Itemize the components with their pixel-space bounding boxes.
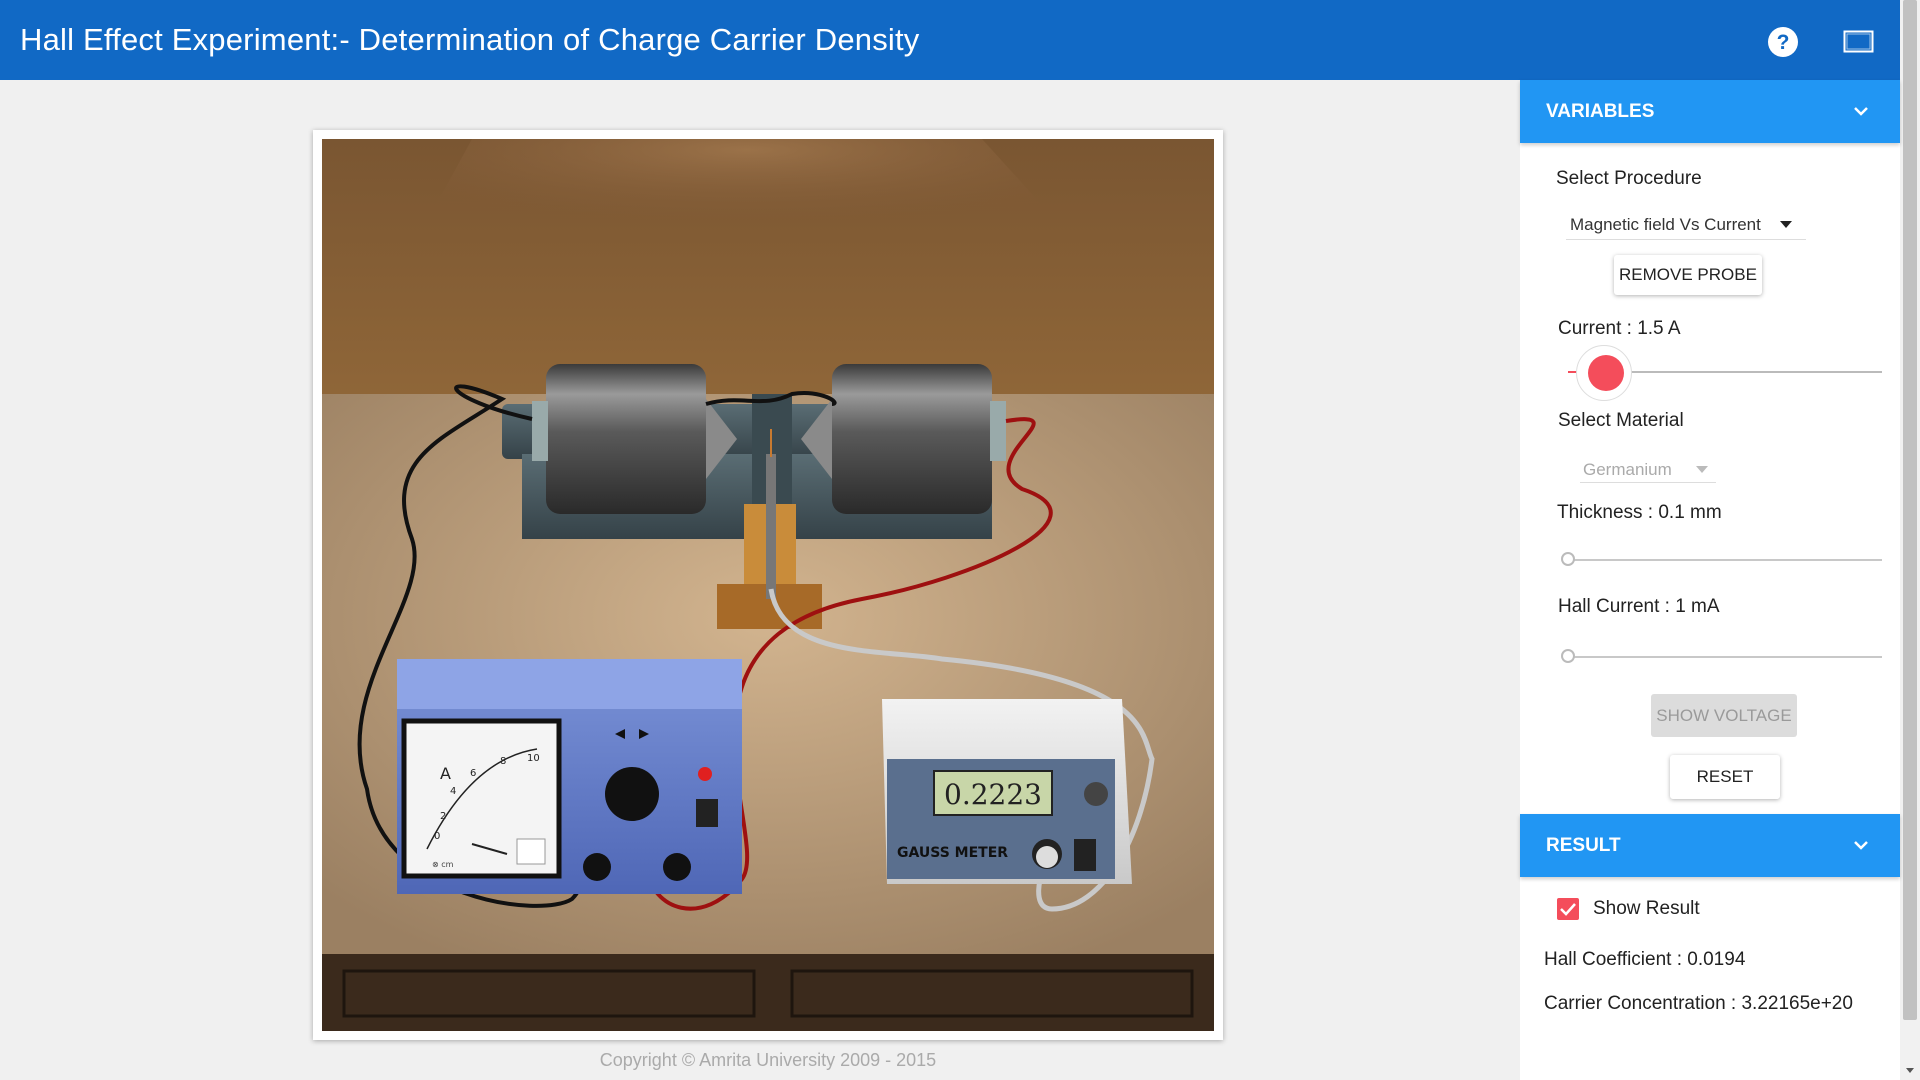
dropdown-arrow-icon	[1780, 221, 1792, 228]
hall-current-slider-track[interactable]	[1568, 656, 1882, 658]
checkmark-icon	[1560, 903, 1576, 916]
ammeter-scale-label: 4	[450, 786, 456, 797]
chevron-down-icon[interactable]	[1852, 836, 1870, 854]
material-label: Select Material	[1558, 410, 1684, 431]
simulation-frame: A 0.2223 GAUSS METER 0 2 4 6 8 10 ⊗ cm	[313, 130, 1223, 1040]
chevron-down-icon[interactable]	[1852, 102, 1870, 120]
app-header: Hall Effect Experiment:- Determination o…	[0, 0, 1900, 80]
thickness-label: Thickness : 0.1 mm	[1557, 502, 1722, 523]
dropdown-arrow-icon	[1696, 466, 1708, 473]
show-result-checkbox[interactable]	[1557, 898, 1579, 920]
fullscreen-icon[interactable]	[1843, 30, 1874, 53]
hall-current-slider-knob[interactable]	[1561, 649, 1575, 663]
show-result-label: Show Result	[1593, 898, 1700, 919]
result-header-label: RESULT	[1546, 834, 1621, 856]
thickness-slider-track[interactable]	[1568, 559, 1882, 561]
procedure-label: Select Procedure	[1556, 168, 1702, 189]
show-voltage-button[interactable]: SHOW VOLTAGE	[1651, 694, 1797, 737]
procedure-value: Magnetic field Vs Current	[1570, 215, 1761, 234]
gauss-reading: 0.2223	[944, 778, 1042, 811]
current-slider-knob[interactable]	[1588, 355, 1624, 391]
simulation-canvas[interactable]: A 0.2223 GAUSS METER 02 4 6 8 10 ⊗ cm	[322, 139, 1214, 1031]
current-label: Current : 1.5 A	[1558, 318, 1681, 339]
app-title: Hall Effect Experiment:- Determination o…	[20, 22, 920, 57]
result-header[interactable]: RESULT	[1520, 814, 1900, 877]
ammeter-scale-label: 10	[527, 753, 540, 764]
variables-header-label: VARIABLES	[1546, 100, 1655, 122]
variables-header[interactable]: VARIABLES	[1520, 80, 1900, 143]
ammeter-label: A	[440, 764, 451, 783]
ammeter-scale-label: 0	[434, 831, 440, 842]
hall-current-label: Hall Current : 1 mA	[1558, 596, 1720, 617]
thickness-slider-knob[interactable]	[1561, 552, 1575, 566]
help-circle-icon[interactable]: ?	[1767, 26, 1799, 58]
procedure-select[interactable]: Magnetic field Vs Current	[1566, 212, 1806, 240]
ammeter-unit-label: ⊗ cm	[432, 860, 454, 869]
carrier-concentration-text: Carrier Concentration : 3.22165e+20	[1544, 993, 1853, 1014]
scroll-down-icon[interactable]	[1902, 1062, 1918, 1078]
ammeter-scale-label: 2	[440, 811, 446, 822]
material-select[interactable]: Germanium	[1580, 458, 1716, 483]
scrollbar-thumb[interactable]	[1903, 0, 1917, 1020]
ammeter-scale-label: 8	[500, 756, 506, 767]
svg-text:?: ?	[1777, 31, 1790, 54]
ammeter-scale-label: 6	[470, 768, 476, 779]
copyright-text: Copyright © Amrita University 2009 - 201…	[599, 1050, 937, 1070]
remove-probe-button[interactable]: REMOVE PROBE	[1614, 255, 1762, 295]
hall-coefficient-text: Hall Coefficient : 0.0194	[1544, 949, 1746, 970]
reset-button[interactable]: RESET	[1670, 755, 1780, 799]
material-value: Germanium	[1583, 460, 1672, 479]
gauss-meter-label: GAUSS METER	[897, 845, 1008, 861]
